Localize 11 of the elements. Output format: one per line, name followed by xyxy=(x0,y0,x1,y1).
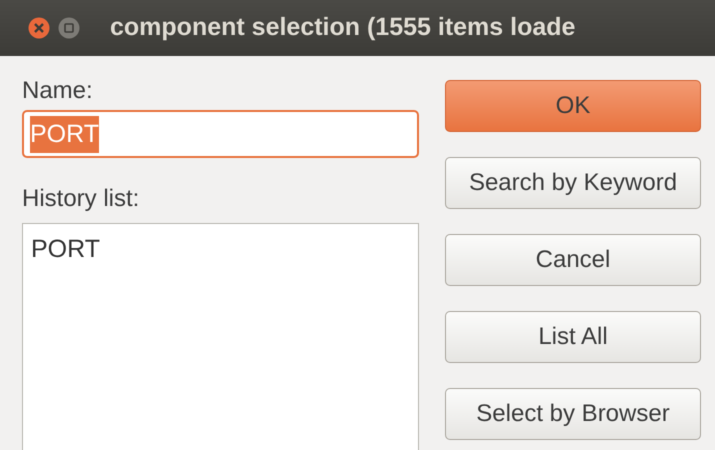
minimize-icon[interactable] xyxy=(58,17,80,39)
dialog-button[interactable]: Search by Keyword xyxy=(445,157,701,209)
history-label: History list: xyxy=(22,186,140,213)
dialog-button[interactable]: Cancel xyxy=(445,234,701,286)
dialog-button[interactable]: OK xyxy=(445,80,701,132)
dialog-button[interactable]: Select by Browser xyxy=(445,388,701,440)
dialog-button[interactable]: List All xyxy=(445,311,701,363)
history-item[interactable]: PORT xyxy=(31,234,100,264)
name-label: Name: xyxy=(22,78,94,104)
window-title: component selection (1555 items loade xyxy=(110,12,576,44)
close-icon[interactable] xyxy=(28,17,50,39)
